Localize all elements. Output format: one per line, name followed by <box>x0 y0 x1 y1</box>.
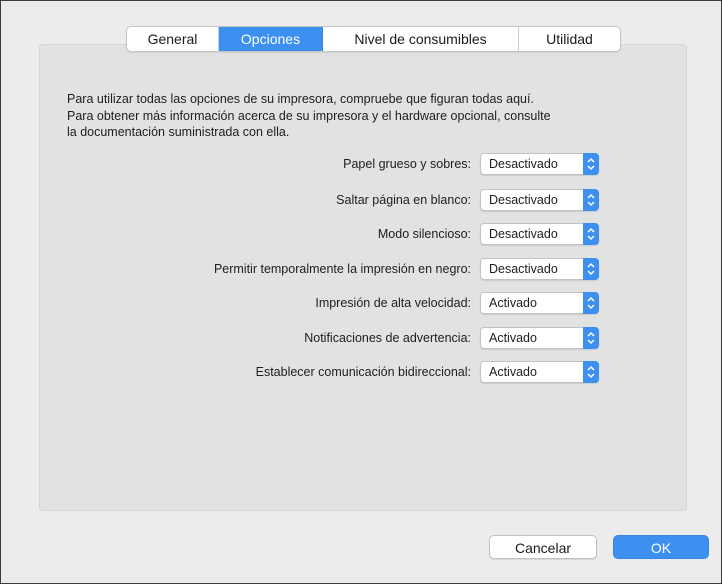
notificaciones-select[interactable]: Activado <box>480 327 599 349</box>
comunicacion-bidireccional-select[interactable]: Activado <box>480 361 599 383</box>
up-down-chevron-icon <box>583 153 599 175</box>
ok-button[interactable]: OK <box>613 535 709 559</box>
impresion-negro-select[interactable]: Desactivado <box>480 258 599 280</box>
option-label: Modo silencioso: <box>377 227 471 241</box>
option-row-comunicacion-bidireccional: Establecer comunicación bidireccional: A… <box>1 361 722 385</box>
intro-text: Para utilizar todas las opciones de su i… <box>67 91 687 141</box>
modo-silencioso-select[interactable]: Desactivado <box>480 223 599 245</box>
up-down-chevron-icon <box>583 189 599 211</box>
tab-opciones[interactable]: Opciones <box>219 27 323 51</box>
up-down-chevron-icon <box>583 292 599 314</box>
tab-nivel-de-consumibles[interactable]: Nivel de consumibles <box>323 27 519 51</box>
up-down-chevron-icon <box>583 258 599 280</box>
select-value: Activado <box>489 331 537 345</box>
option-row-saltar-pagina: Saltar página en blanco: Desactivado <box>1 189 722 213</box>
option-label: Impresión de alta velocidad: <box>315 296 471 310</box>
up-down-chevron-icon <box>583 361 599 383</box>
option-label: Permitir temporalmente la impresión en n… <box>213 262 471 276</box>
saltar-pagina-select[interactable]: Desactivado <box>480 189 599 211</box>
cancel-button[interactable]: Cancelar <box>489 535 597 559</box>
up-down-chevron-icon <box>583 223 599 245</box>
tab-general[interactable]: General <box>127 27 219 51</box>
intro-line: Para utilizar todas las opciones de su i… <box>67 92 534 106</box>
papel-grueso-select[interactable]: Desactivado <box>480 153 599 175</box>
up-down-chevron-icon <box>583 327 599 349</box>
intro-line: la documentación suministrada con ella. <box>67 125 290 139</box>
intro-line: Para obtener más información acerca de s… <box>67 108 551 123</box>
option-row-modo-silencioso: Modo silencioso: Desactivado <box>1 223 722 247</box>
option-label: Saltar página en blanco: <box>336 193 471 207</box>
select-value: Desactivado <box>489 193 558 207</box>
select-value: Desactivado <box>489 262 558 276</box>
option-row-papel-grueso: Papel grueso y sobres: Desactivado <box>1 153 722 177</box>
printer-options-window: General Opciones Nivel de consumibles Ut… <box>0 0 722 584</box>
tab-utilidad[interactable]: Utilidad <box>519 27 620 51</box>
select-value: Activado <box>489 296 537 310</box>
option-label: Papel grueso y sobres: <box>343 157 471 171</box>
select-value: Desactivado <box>489 157 558 171</box>
select-value: Activado <box>489 365 537 379</box>
option-label: Notificaciones de advertencia: <box>304 331 471 345</box>
option-row-notificaciones: Notificaciones de advertencia: Activado <box>1 327 722 351</box>
alta-velocidad-select[interactable]: Activado <box>480 292 599 314</box>
option-row-impresion-negro: Permitir temporalmente la impresión en n… <box>1 258 722 282</box>
option-row-alta-velocidad: Impresión de alta velocidad: Activado <box>1 292 722 316</box>
option-label: Establecer comunicación bidireccional: <box>255 365 471 379</box>
select-value: Desactivado <box>489 227 558 241</box>
tab-bar: General Opciones Nivel de consumibles Ut… <box>126 26 621 52</box>
